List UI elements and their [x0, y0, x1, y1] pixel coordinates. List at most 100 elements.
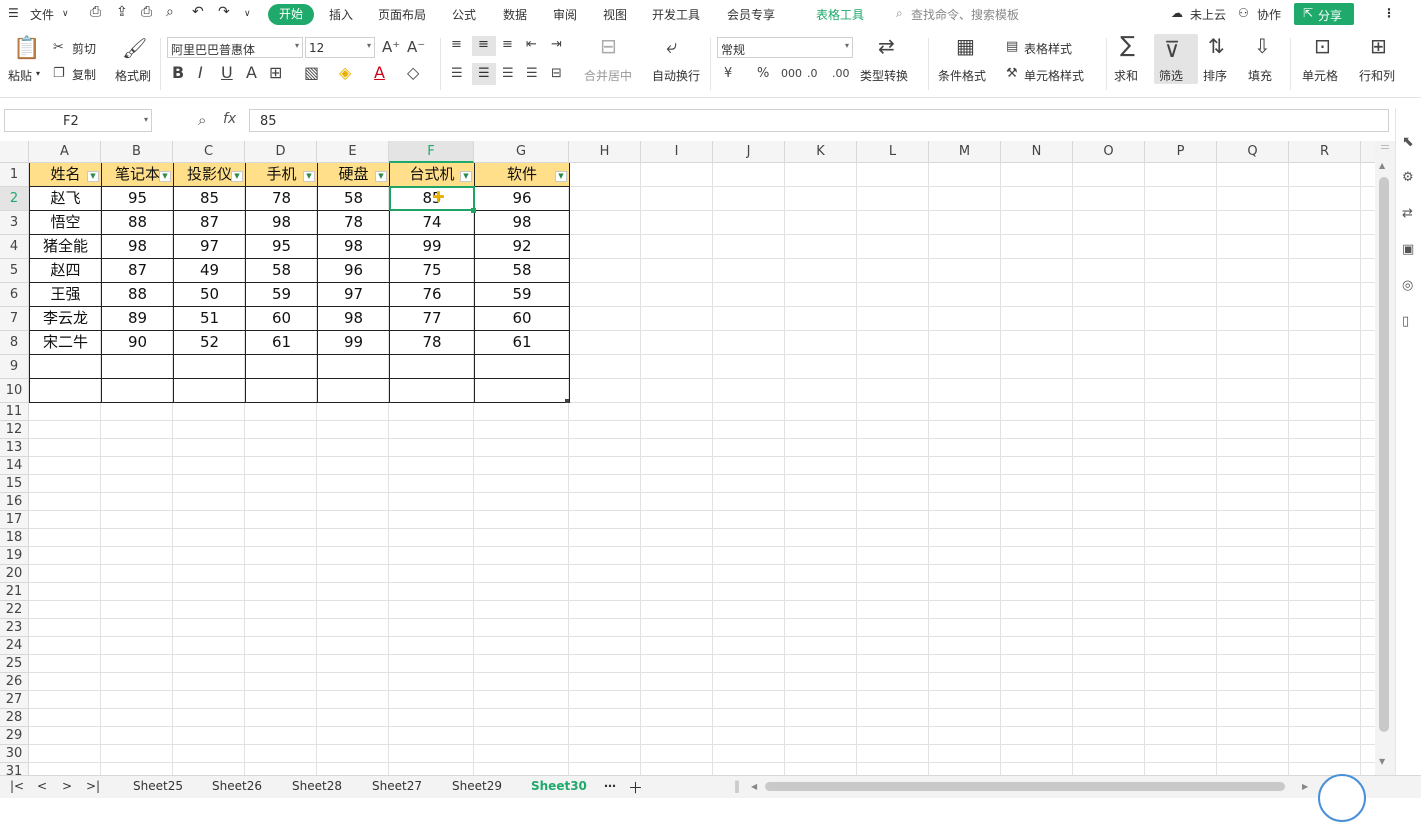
- row-header-21[interactable]: 21: [0, 583, 28, 601]
- hamburger-icon[interactable]: ☰: [8, 6, 19, 20]
- justify-icon[interactable]: ☰: [526, 66, 538, 82]
- sum-button[interactable]: 求和: [1114, 67, 1138, 84]
- row-header-9[interactable]: 9: [0, 355, 28, 379]
- value-cell[interactable]: 78: [245, 186, 318, 211]
- more-icon[interactable]: ∨: [244, 9, 251, 19]
- sheet-tab-sheet30[interactable]: Sheet30: [531, 779, 587, 793]
- type-convert-button[interactable]: 类型转换: [860, 67, 908, 84]
- cell-icon[interactable]: ⊡: [1314, 36, 1331, 56]
- value-cell[interactable]: 99: [389, 234, 475, 259]
- filter-dropdown-icon[interactable]: ▼: [231, 171, 243, 182]
- formula-input[interactable]: 85: [249, 109, 1389, 132]
- filter-dropdown-icon[interactable]: ▼: [460, 171, 472, 182]
- table-header-cell[interactable]: 硬盘 ▼: [317, 163, 390, 187]
- row-header-25[interactable]: 25: [0, 655, 28, 673]
- column-header-k[interactable]: K: [785, 141, 857, 163]
- wrap-text-button[interactable]: 自动换行: [652, 67, 700, 84]
- name-cell[interactable]: 猪全能: [29, 234, 102, 259]
- sort-button[interactable]: 排序: [1203, 67, 1227, 84]
- cloud-status[interactable]: 未上云: [1190, 6, 1226, 23]
- conditional-format-icon[interactable]: ▦: [956, 36, 975, 56]
- name-cell[interactable]: 悟空: [29, 210, 102, 235]
- row-header-16[interactable]: 16: [0, 493, 28, 511]
- sheet-tab-sheet27[interactable]: Sheet27: [372, 779, 422, 793]
- merge-center-button[interactable]: 合并居中: [584, 67, 632, 84]
- row-header-10[interactable]: 10: [0, 379, 28, 403]
- value-cell[interactable]: 98: [317, 234, 390, 259]
- scroll-left-icon[interactable]: ◀: [751, 782, 757, 791]
- table-style-icon[interactable]: ▤: [1006, 39, 1018, 55]
- vertical-scrollbar[interactable]: ▲ ▼: [1375, 141, 1395, 775]
- user-icon[interactable]: ⚇: [1238, 6, 1249, 20]
- filter-dropdown-icon[interactable]: ▼: [375, 171, 387, 182]
- name-cell[interactable]: 宋二牛: [29, 330, 102, 355]
- font-color-icon[interactable]: A: [374, 65, 385, 81]
- font-size-select[interactable]: 12 ▾: [305, 37, 375, 58]
- table-header-cell[interactable]: 手机 ▼: [245, 163, 318, 187]
- cell-style-button[interactable]: 单元格样式: [1024, 67, 1084, 84]
- empty-cell[interactable]: [317, 378, 390, 403]
- value-cell[interactable]: 77: [389, 306, 475, 331]
- tab-review[interactable]: 审阅: [553, 6, 577, 23]
- column-header-g[interactable]: G: [474, 141, 569, 163]
- column-header-n[interactable]: N: [1001, 141, 1073, 163]
- column-header-h[interactable]: H: [569, 141, 641, 163]
- empty-cell[interactable]: [245, 378, 318, 403]
- cell-style-icon[interactable]: ⚒: [1006, 66, 1018, 82]
- name-cell[interactable]: 赵飞: [29, 186, 102, 211]
- value-cell[interactable]: 59: [474, 282, 570, 307]
- paste-button[interactable]: 粘贴: [8, 67, 32, 84]
- table-header-cell[interactable]: 软件 ▼: [474, 163, 570, 187]
- italic-icon[interactable]: I: [198, 65, 203, 81]
- value-cell[interactable]: 58: [474, 258, 570, 283]
- value-cell[interactable]: 58: [245, 258, 318, 283]
- increase-decimal-icon[interactable]: .0: [807, 66, 818, 82]
- search-icon[interactable]: ⌕: [896, 6, 903, 21]
- cell-button[interactable]: 单元格: [1302, 67, 1338, 84]
- column-header-d[interactable]: D: [245, 141, 317, 163]
- tab-insert[interactable]: 插入: [329, 6, 353, 23]
- row-header-27[interactable]: 27: [0, 691, 28, 709]
- merge-icon[interactable]: ⊟: [600, 36, 617, 56]
- row-col-button[interactable]: 行和列: [1359, 67, 1395, 84]
- file-menu[interactable]: 文件: [30, 6, 54, 23]
- tab-page-layout[interactable]: 页面布局: [378, 6, 426, 23]
- table-style-button[interactable]: 表格样式: [1024, 40, 1072, 57]
- empty-cell[interactable]: [474, 354, 570, 379]
- row-header-29[interactable]: 29: [0, 727, 28, 745]
- column-header-e[interactable]: E: [317, 141, 389, 163]
- cond-format-button[interactable]: 条件格式: [938, 67, 986, 84]
- currency-icon[interactable]: ¥: [724, 66, 732, 82]
- value-cell[interactable]: 95: [245, 234, 318, 259]
- column-header-f[interactable]: F: [389, 141, 474, 163]
- empty-cell[interactable]: [101, 378, 174, 403]
- empty-cell[interactable]: [389, 378, 475, 403]
- sort-icon[interactable]: ⇅: [1208, 36, 1225, 56]
- spreadsheet-grid[interactable]: 姓名 ▼ 笔记本 ▼ 投影仪 ▼ 手机 ▼ 硬盘 ▼ 台式机 ▼ 软件 ▼ 赵飞 95 85 78 58 85 96 悟空…: [29, 163, 1375, 775]
- row-header-11[interactable]: 11: [0, 403, 28, 421]
- wrap-text-icon[interactable]: ⤶: [666, 36, 677, 56]
- name-cell[interactable]: 李云龙: [29, 306, 102, 331]
- row-header-5[interactable]: 5: [0, 259, 28, 283]
- sheet-tab-sheet26[interactable]: Sheet26: [212, 779, 262, 793]
- row-header-18[interactable]: 18: [0, 529, 28, 547]
- value-cell[interactable]: 97: [317, 282, 390, 307]
- align-bottom-icon[interactable]: ≡: [502, 37, 513, 53]
- value-cell[interactable]: 78: [317, 210, 390, 235]
- undo-icon[interactable]: ↶: [192, 4, 204, 20]
- value-cell[interactable]: 76: [389, 282, 475, 307]
- value-cell[interactable]: 87: [173, 210, 246, 235]
- collab-button[interactable]: 协作: [1257, 6, 1281, 23]
- column-header-q[interactable]: Q: [1217, 141, 1289, 163]
- column-header-m[interactable]: M: [929, 141, 1001, 163]
- value-cell[interactable]: 51: [173, 306, 246, 331]
- filter-button[interactable]: ⊽ 筛选: [1154, 34, 1198, 84]
- value-cell[interactable]: 95: [101, 186, 174, 211]
- scissors-icon[interactable]: ✂: [53, 40, 64, 56]
- strikethrough-icon[interactable]: A: [246, 65, 257, 81]
- name-box[interactable]: F2 ▾: [4, 109, 152, 132]
- scroll-down-icon[interactable]: ▼: [1379, 757, 1385, 766]
- table-header-cell[interactable]: 姓名 ▼: [29, 163, 102, 187]
- value-cell[interactable]: 50: [173, 282, 246, 307]
- column-header-c[interactable]: C: [173, 141, 245, 163]
